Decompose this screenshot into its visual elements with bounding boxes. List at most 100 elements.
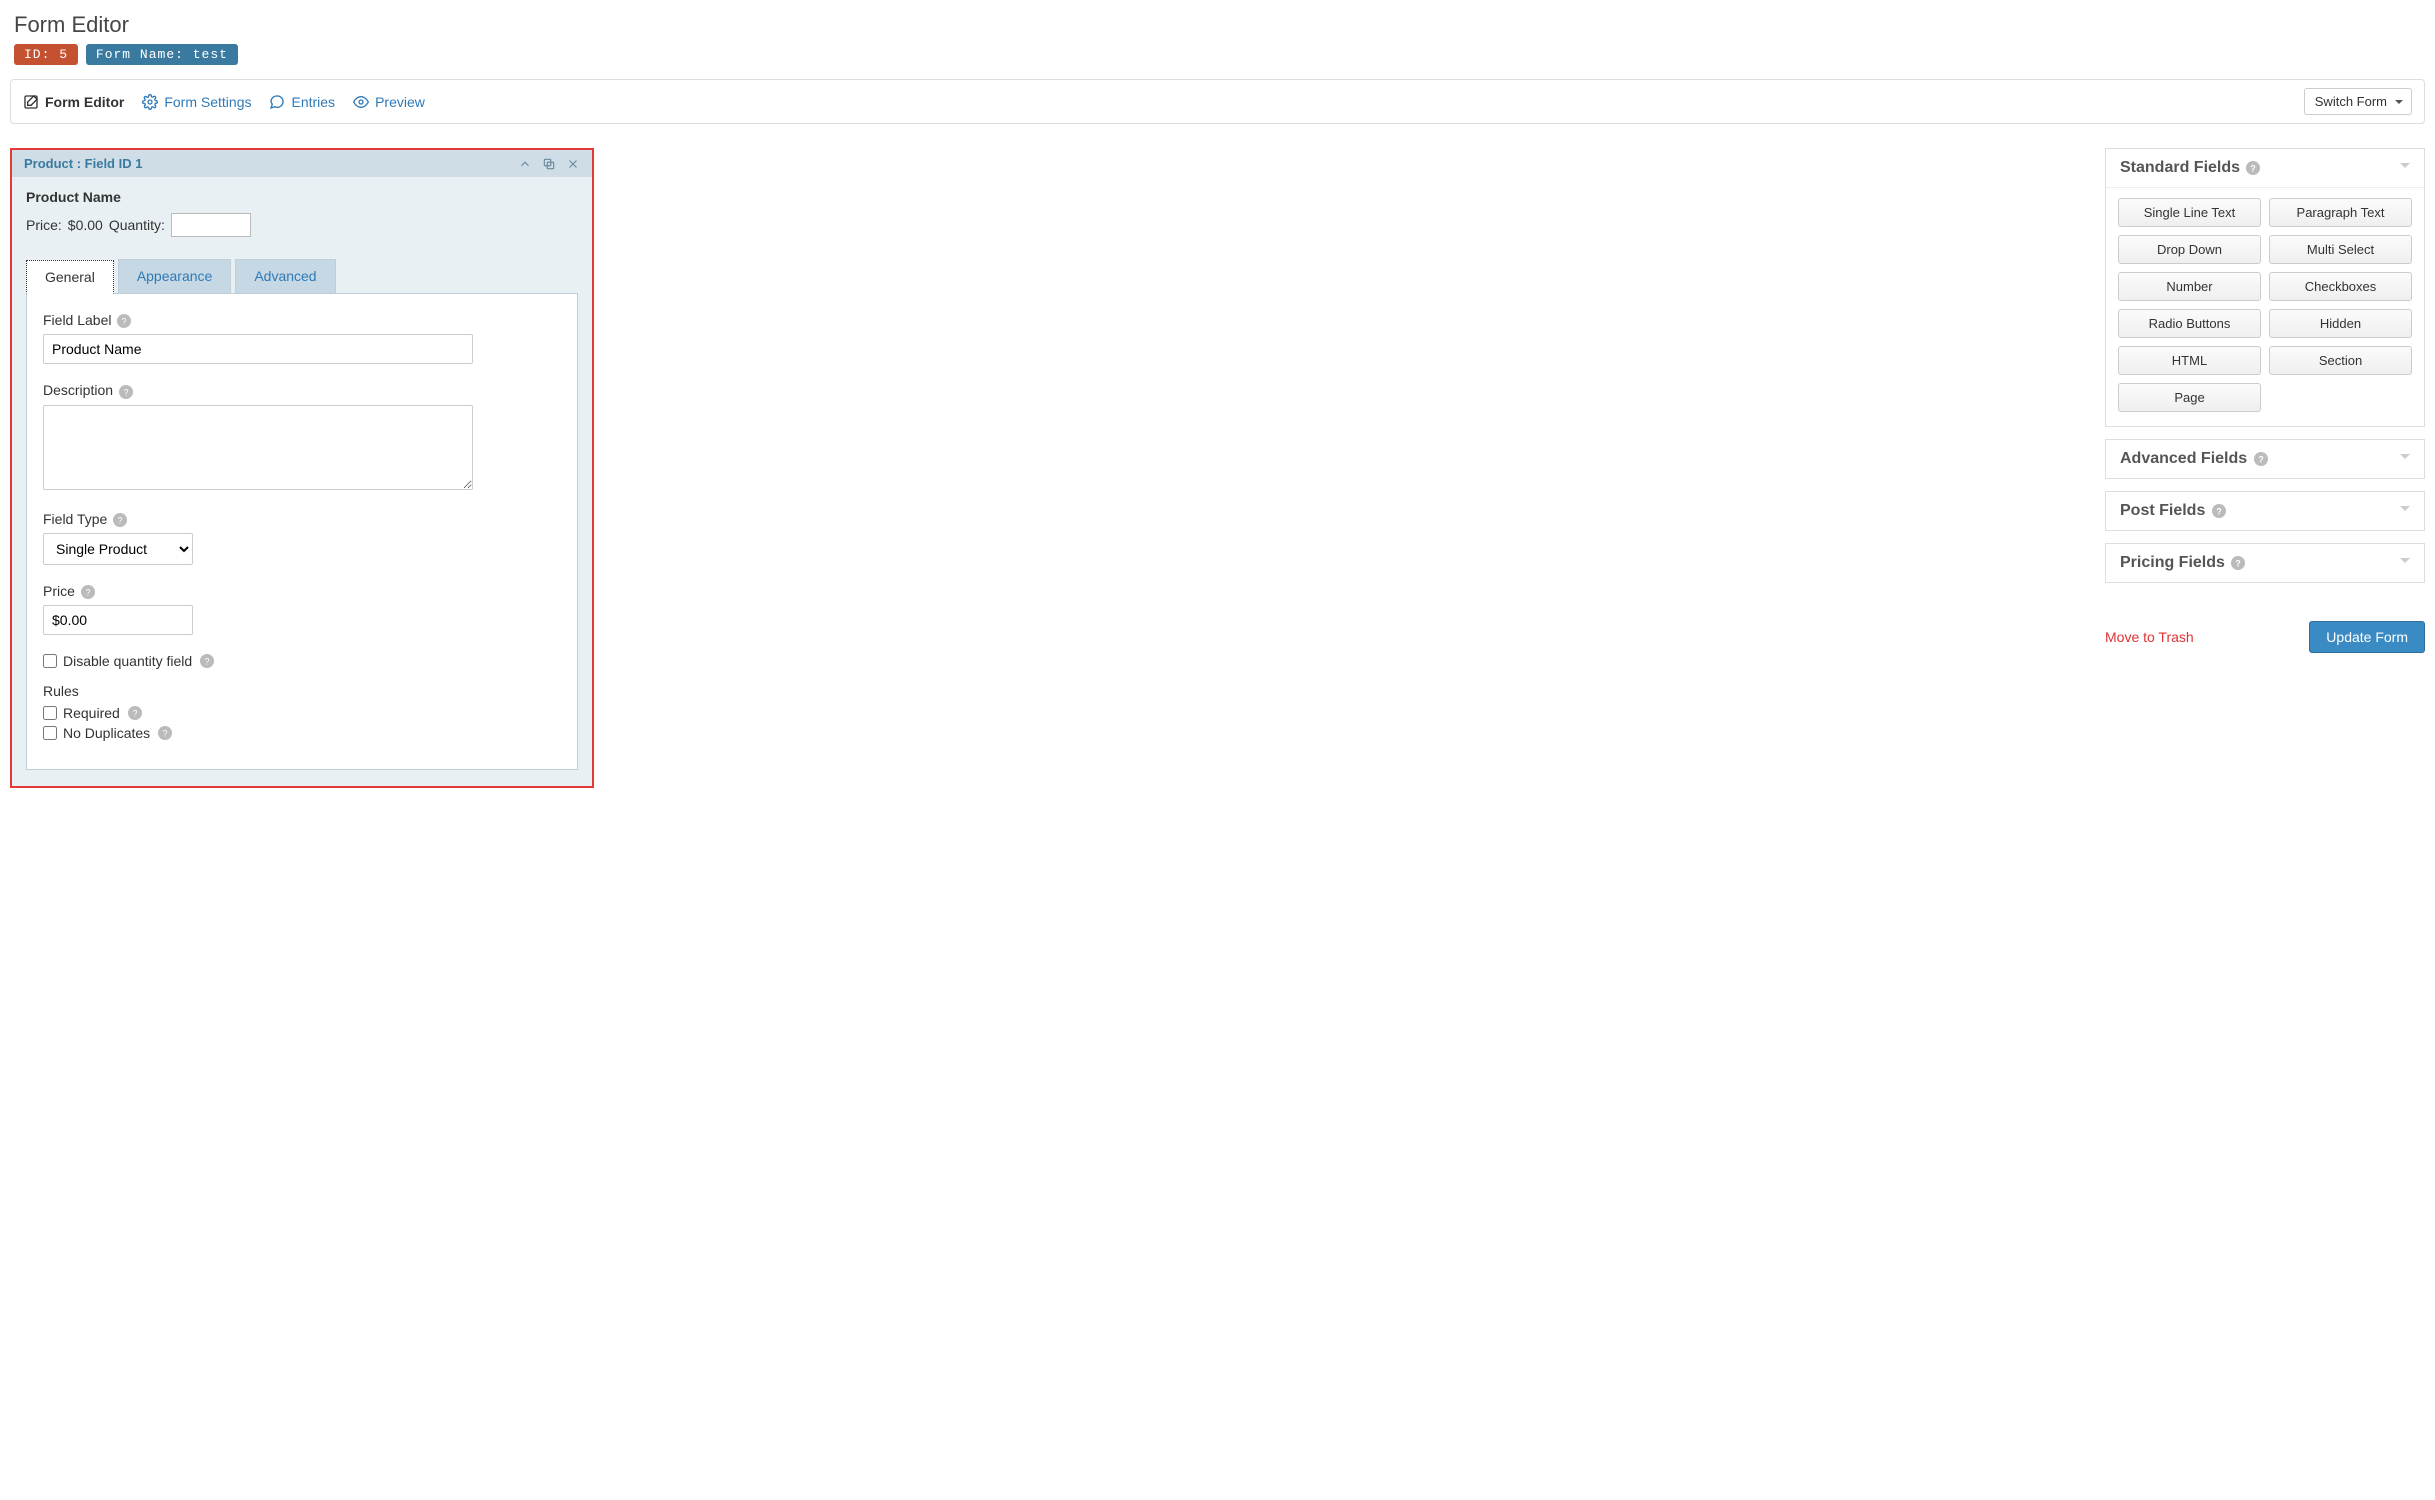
accordion-body-standard: Single Line Text Paragraph Text Drop Down M… bbox=[2106, 187, 2424, 426]
switch-form-dropdown[interactable]: Switch Form bbox=[2304, 88, 2412, 115]
quantity-label: Quantity: bbox=[109, 217, 165, 233]
price-value: $0.00 bbox=[68, 217, 103, 233]
field-type-button[interactable]: Checkboxes bbox=[2269, 272, 2412, 301]
field-type-button[interactable]: Section bbox=[2269, 346, 2412, 375]
disable-quantity-checkbox[interactable] bbox=[43, 654, 57, 668]
accordion-title: Standard Fields bbox=[2120, 159, 2240, 176]
switch-form-label: Switch Form bbox=[2315, 94, 2387, 109]
field-preview-title: Product Name bbox=[26, 189, 578, 205]
page-title: Form Editor bbox=[14, 12, 2425, 38]
help-icon[interactable]: ? bbox=[200, 654, 214, 668]
tab-pane-general: Field Label ? Description ? bbox=[26, 294, 578, 770]
field-type-button[interactable]: Page bbox=[2118, 383, 2261, 412]
inner-tab-appearance[interactable]: Appearance bbox=[118, 259, 232, 293]
tab-preview[interactable]: Preview bbox=[353, 94, 425, 110]
no-duplicates-checkbox[interactable] bbox=[43, 726, 57, 740]
accordion-title: Post Fields bbox=[2120, 502, 2205, 519]
duplicate-icon[interactable] bbox=[542, 157, 556, 171]
help-icon[interactable]: ? bbox=[2212, 504, 2226, 518]
field-label-input[interactable] bbox=[43, 334, 473, 364]
svg-text:?: ? bbox=[163, 729, 168, 739]
field-type-button[interactable]: Drop Down bbox=[2118, 235, 2261, 264]
inner-tab-advanced[interactable]: Advanced bbox=[235, 259, 335, 293]
help-icon[interactable]: ? bbox=[158, 726, 172, 740]
svg-text:?: ? bbox=[85, 588, 90, 598]
field-type-select[interactable]: Single Product bbox=[43, 533, 193, 565]
field-label-label: Field Label ? bbox=[43, 312, 561, 328]
accordion-title: Pricing Fields bbox=[2120, 554, 2225, 571]
help-icon[interactable]: ? bbox=[2254, 452, 2268, 466]
accordion-title: Advanced Fields bbox=[2120, 450, 2247, 467]
accordion-header-standard[interactable]: Standard Fields ? bbox=[2106, 149, 2424, 187]
price-input[interactable] bbox=[43, 605, 193, 635]
tab-label: Entries bbox=[291, 94, 335, 110]
chevron-down-icon bbox=[2400, 163, 2410, 173]
svg-text:?: ? bbox=[2216, 506, 2221, 516]
price-label: Price: bbox=[26, 217, 62, 233]
tab-form-editor[interactable]: Form Editor bbox=[23, 94, 124, 110]
quantity-input[interactable] bbox=[171, 213, 251, 237]
chevron-down-icon bbox=[2400, 558, 2410, 568]
collapse-icon[interactable] bbox=[518, 157, 532, 171]
help-icon[interactable]: ? bbox=[119, 385, 133, 399]
help-icon[interactable]: ? bbox=[2231, 556, 2245, 570]
svg-text:?: ? bbox=[2258, 454, 2263, 464]
accordion-post-fields: Post Fields ? bbox=[2105, 491, 2425, 531]
chevron-down-icon bbox=[2400, 454, 2410, 464]
field-type-button[interactable]: Radio Buttons bbox=[2118, 309, 2261, 338]
inner-tab-general[interactable]: General bbox=[26, 260, 114, 294]
svg-text:?: ? bbox=[118, 515, 123, 525]
eye-icon bbox=[353, 94, 369, 110]
accordion-standard-fields: Standard Fields ? Single Line Text Paragr… bbox=[2105, 148, 2425, 427]
field-type-button[interactable]: Multi Select bbox=[2269, 235, 2412, 264]
field-type-button[interactable]: Hidden bbox=[2269, 309, 2412, 338]
svg-text:?: ? bbox=[123, 387, 128, 397]
required-checkbox[interactable] bbox=[43, 706, 57, 720]
comment-icon bbox=[269, 94, 285, 110]
tab-label: Preview bbox=[375, 94, 425, 110]
rules-heading: Rules bbox=[43, 683, 561, 699]
svg-text:?: ? bbox=[122, 317, 127, 327]
move-to-trash-link[interactable]: Move to Trash bbox=[2105, 629, 2194, 645]
field-card-product: Product : Field ID 1 Product Name P bbox=[10, 148, 594, 788]
svg-text:?: ? bbox=[205, 657, 210, 667]
form-id-badge: ID: 5 bbox=[14, 44, 78, 65]
svg-text:?: ? bbox=[2236, 558, 2241, 568]
field-card-title: Product : Field ID 1 bbox=[24, 156, 142, 171]
close-icon[interactable] bbox=[566, 157, 580, 171]
gears-icon bbox=[142, 94, 158, 110]
help-icon[interactable]: ? bbox=[113, 513, 127, 527]
help-icon[interactable]: ? bbox=[117, 314, 131, 328]
help-icon[interactable]: ? bbox=[81, 585, 95, 599]
accordion-header-pricing[interactable]: Pricing Fields ? bbox=[2106, 544, 2424, 582]
accordion-header-advanced[interactable]: Advanced Fields ? bbox=[2106, 440, 2424, 478]
help-icon[interactable]: ? bbox=[128, 706, 142, 720]
svg-text:?: ? bbox=[2251, 163, 2256, 173]
field-type-label: Field Type ? bbox=[43, 511, 561, 527]
disable-quantity-label: Disable quantity field bbox=[63, 653, 192, 669]
no-duplicates-label: No Duplicates bbox=[63, 725, 150, 741]
field-type-button[interactable]: Single Line Text bbox=[2118, 198, 2261, 227]
tab-form-settings[interactable]: Form Settings bbox=[142, 94, 251, 110]
update-form-button[interactable]: Update Form bbox=[2309, 621, 2425, 653]
description-label: Description ? bbox=[43, 382, 561, 398]
tab-entries[interactable]: Entries bbox=[269, 94, 335, 110]
field-type-button[interactable]: Paragraph Text bbox=[2269, 198, 2412, 227]
field-card-header[interactable]: Product : Field ID 1 bbox=[12, 150, 592, 177]
description-textarea[interactable] bbox=[43, 405, 473, 490]
tab-label: Form Editor bbox=[45, 94, 124, 110]
chevron-down-icon bbox=[2400, 506, 2410, 516]
required-label: Required bbox=[63, 705, 120, 721]
pencil-square-icon bbox=[23, 94, 39, 110]
price-field-label: Price ? bbox=[43, 583, 561, 599]
field-type-button[interactable]: HTML bbox=[2118, 346, 2261, 375]
accordion-header-post[interactable]: Post Fields ? bbox=[2106, 492, 2424, 530]
tab-label: Form Settings bbox=[164, 94, 251, 110]
field-type-button[interactable]: Number bbox=[2118, 272, 2261, 301]
accordion-advanced-fields: Advanced Fields ? bbox=[2105, 439, 2425, 479]
form-name-badge: Form Name: test bbox=[86, 44, 238, 65]
form-toolbar: Form Editor Form Settings Entries Previe… bbox=[10, 79, 2425, 124]
help-icon[interactable]: ? bbox=[2246, 161, 2260, 175]
accordion-pricing-fields: Pricing Fields ? bbox=[2105, 543, 2425, 583]
svg-text:?: ? bbox=[132, 709, 137, 719]
